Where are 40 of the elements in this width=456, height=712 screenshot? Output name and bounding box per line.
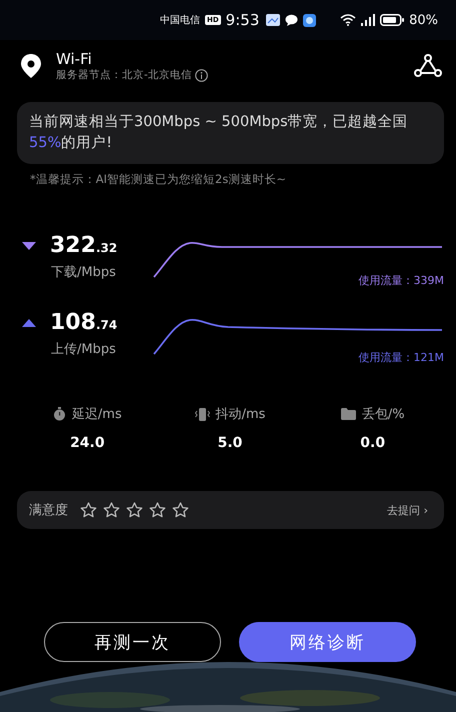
metric-value: 24.0 — [70, 435, 105, 451]
data-usage-text: 使用流量：339M — [358, 273, 444, 288]
satisfaction-label: 满意度 — [29, 502, 68, 519]
wifi-signal-icon — [340, 14, 356, 26]
battery-percentage: 80% — [409, 12, 438, 28]
share-icon[interactable] — [414, 54, 442, 78]
folder-icon — [340, 408, 356, 420]
clock-time: 9:53 — [226, 11, 260, 29]
app-notification-icon — [303, 14, 316, 26]
speed-summary-text: 当前网速相当于300Mbps ~ 500Mbps带宽，已超越全国55%的用户! — [17, 102, 444, 164]
star-icon[interactable] — [126, 502, 143, 518]
star-icon[interactable] — [103, 502, 120, 518]
server-node-text: 服务器节点：北京-北京电信 — [56, 68, 192, 82]
carrier-name: 中国电信 — [160, 14, 200, 27]
star-icon[interactable] — [172, 502, 189, 518]
metric-label: 抖动/ms — [216, 406, 266, 423]
star-icon[interactable] — [80, 502, 97, 518]
chat-bubble-icon — [285, 14, 298, 26]
speed-unit: 上传/Mbps — [50, 341, 117, 358]
speed-unit: 下载/Mbps — [50, 264, 117, 281]
speed-value: 108.74 — [50, 310, 118, 335]
metric-value: 5.0 — [218, 435, 242, 451]
data-usage-text: 使用流量：121M — [358, 350, 444, 365]
metric-label: 延迟/ms — [72, 406, 122, 423]
location-pin-icon — [20, 53, 42, 79]
ask-question-link[interactable]: 去提问 › — [387, 502, 428, 518]
star-icon[interactable] — [149, 502, 166, 518]
retest-button[interactable]: 再测一次 — [44, 622, 221, 662]
vibration-icon — [194, 408, 210, 420]
network-name: Wi-Fi — [56, 50, 93, 68]
diagnose-button[interactable]: 网络诊断 — [239, 622, 416, 662]
speed-value: 322.32 — [50, 233, 118, 258]
metric-label: 丢包/% — [362, 406, 405, 423]
cellular-signal-icon — [361, 14, 376, 26]
app-notification-icon — [266, 14, 280, 26]
info-icon[interactable] — [194, 68, 208, 82]
tip-text: *温馨提示：AI智能测速已为您缩短2s测速时长~ — [29, 171, 287, 187]
stopwatch-icon — [52, 407, 66, 421]
metric-value: 0.0 — [360, 435, 386, 451]
battery-icon — [380, 14, 404, 26]
